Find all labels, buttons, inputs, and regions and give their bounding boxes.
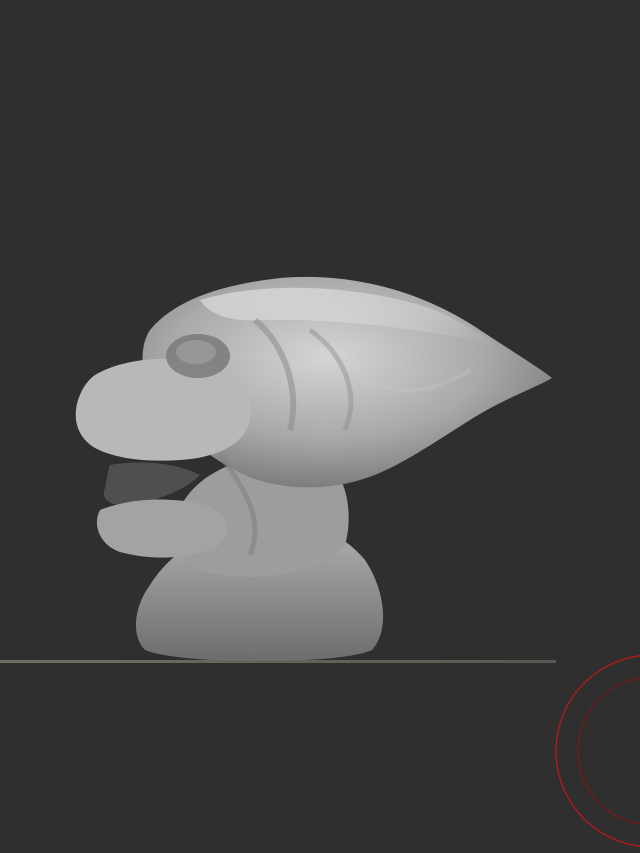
sculpted-creature-bust-icon[interactable] xyxy=(0,0,640,853)
creature-lower-jaw xyxy=(96,499,228,558)
creature-snout xyxy=(75,358,251,461)
floor-grid-line-icon xyxy=(0,660,556,663)
3d-viewport[interactable] xyxy=(0,0,640,853)
rotation-gizmo-icon[interactable] xyxy=(554,653,640,849)
